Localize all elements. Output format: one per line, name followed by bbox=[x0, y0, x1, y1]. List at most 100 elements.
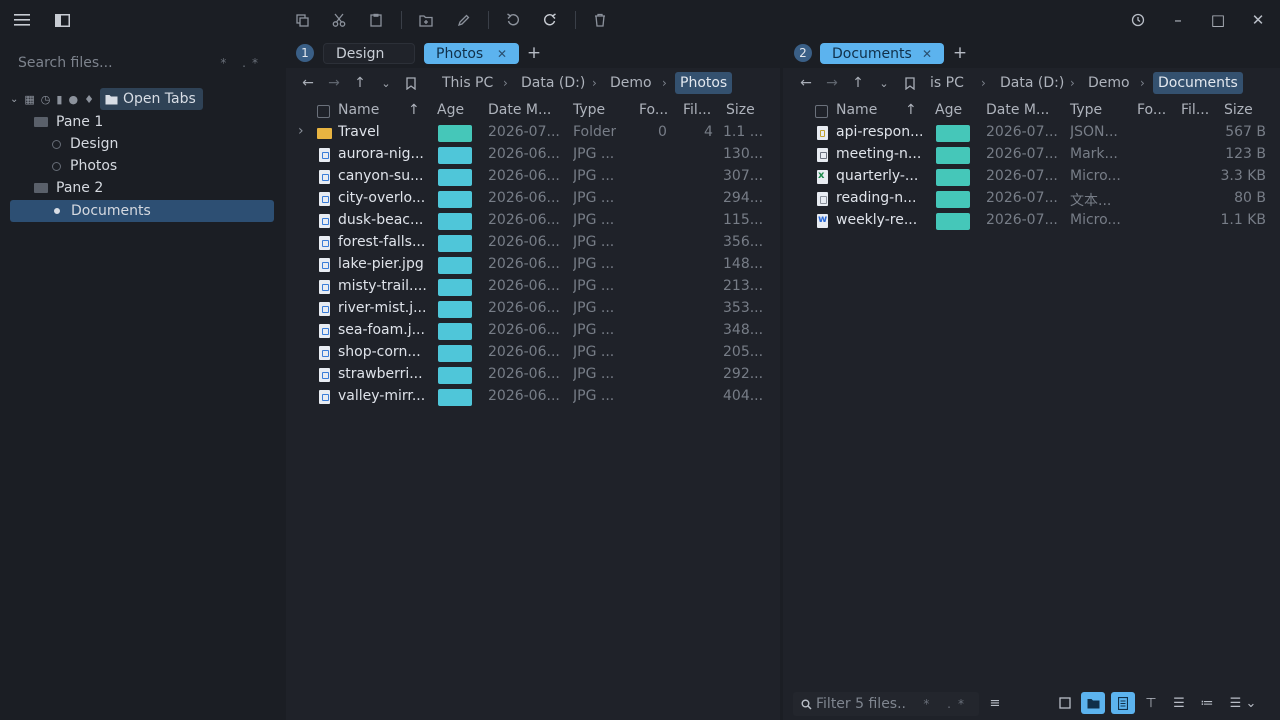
file-row[interactable]: api-respon... 2026-07... JSON... 567 B bbox=[783, 122, 1280, 144]
file-row[interactable]: sea-foam.j... 2026-06... JPG ... 348.... bbox=[286, 320, 780, 342]
regex-toggle[interactable]: * .* bbox=[923, 697, 971, 711]
sort-ascending-icon[interactable]: ↑ bbox=[408, 102, 420, 118]
drives-icon[interactable]: ▦ bbox=[24, 93, 34, 106]
tree-pane-2[interactable]: Pane 2 bbox=[34, 177, 274, 199]
history-icon[interactable] bbox=[1126, 8, 1150, 32]
breadcrumb-item[interactable]: This PC bbox=[442, 72, 493, 94]
col-date[interactable]: Date M... bbox=[986, 102, 1049, 118]
tree-tab-design[interactable]: Design bbox=[52, 133, 274, 155]
tab-design[interactable]: Design bbox=[323, 43, 415, 64]
list-options-icon[interactable]: ≡ bbox=[983, 692, 1007, 714]
breadcrumb-current[interactable]: Photos bbox=[675, 72, 733, 94]
breadcrumb-item[interactable]: Demo bbox=[1088, 72, 1130, 94]
copy-icon[interactable] bbox=[290, 8, 314, 32]
close-button[interactable]: ✕ bbox=[1246, 8, 1270, 32]
breadcrumb-item[interactable]: is PC bbox=[930, 72, 964, 94]
tab-photos[interactable]: Photos ✕ bbox=[424, 43, 519, 64]
bookmark-icon[interactable] bbox=[400, 72, 422, 94]
col-type[interactable]: Type bbox=[573, 102, 605, 118]
minimize-button[interactable]: – bbox=[1166, 8, 1190, 32]
menu-icon[interactable] bbox=[10, 8, 34, 32]
tab-documents[interactable]: Documents ✕ bbox=[820, 43, 944, 64]
file-row[interactable]: aurora-nig... 2026-06... JPG ... 130.... bbox=[286, 144, 780, 166]
col-size[interactable]: Size bbox=[1224, 102, 1253, 118]
col-age[interactable]: Age bbox=[935, 102, 962, 118]
file-row[interactable]: forest-falls... 2026-06... JPG ... 356.... bbox=[286, 232, 780, 254]
col-folders[interactable]: Fo... bbox=[639, 102, 668, 118]
collapse-chevron-icon[interactable]: ⌄ bbox=[10, 94, 18, 105]
compact-view-icon[interactable]: ☰ bbox=[1167, 692, 1191, 714]
history-dropdown-icon[interactable]: ⌄ bbox=[873, 72, 895, 94]
sort-ascending-icon[interactable]: ↑ bbox=[905, 102, 917, 118]
breadcrumb-item[interactable]: Data (D:) bbox=[521, 72, 585, 94]
close-tab-icon[interactable]: ✕ bbox=[922, 47, 932, 61]
bookmark-icon[interactable]: ▮ bbox=[56, 93, 62, 106]
regex-toggle[interactable]: * .* bbox=[220, 56, 264, 70]
breadcrumb-current[interactable]: Documents bbox=[1153, 72, 1243, 94]
paste-icon[interactable] bbox=[364, 8, 388, 32]
back-arrow-icon[interactable]: ← bbox=[795, 72, 817, 94]
col-type[interactable]: Type bbox=[1070, 102, 1102, 118]
open-tabs-button[interactable]: Open Tabs bbox=[99, 88, 203, 110]
history-dropdown-icon[interactable]: ⌄ bbox=[375, 72, 397, 94]
col-size[interactable]: Size bbox=[726, 102, 755, 118]
add-tab-button[interactable]: + bbox=[524, 43, 544, 63]
filter-input[interactable]: Filter 5 files.. * .* bbox=[793, 692, 979, 716]
file-row[interactable]: valley-mirr... 2026-06... JPG ... 404.... bbox=[286, 386, 780, 408]
col-folders[interactable]: Fo... bbox=[1137, 102, 1166, 118]
add-tab-button[interactable]: + bbox=[950, 43, 970, 63]
file-row[interactable]: reading-n... 2026-07... 文本... 80 B bbox=[783, 188, 1280, 210]
file-row[interactable]: quarterly-... 2026-07... Micro... 3.3 KB bbox=[783, 166, 1280, 188]
forward-arrow-icon[interactable]: → bbox=[323, 72, 345, 94]
bookmark-icon[interactable] bbox=[899, 72, 921, 94]
col-name[interactable]: Name bbox=[836, 102, 877, 118]
select-mode-icon[interactable] bbox=[1053, 692, 1077, 714]
up-arrow-icon[interactable]: ↑ bbox=[847, 72, 869, 94]
cut-icon[interactable] bbox=[327, 8, 351, 32]
recent-icon[interactable]: ◷ bbox=[41, 93, 51, 106]
view-menu-dropdown[interactable]: ☰ ⌄ bbox=[1225, 692, 1261, 714]
col-date[interactable]: Date M... bbox=[488, 102, 551, 118]
file-row[interactable]: lake-pier.jpg 2026-06... JPG ... 148.... bbox=[286, 254, 780, 276]
file-row[interactable]: canyon-su... 2026-06... JPG ... 307.... bbox=[286, 166, 780, 188]
redo-icon[interactable] bbox=[538, 8, 562, 32]
undo-icon[interactable] bbox=[501, 8, 525, 32]
file-row[interactable]: dusk-beac... 2026-06... JPG ... 115.... bbox=[286, 210, 780, 232]
select-all-checkbox[interactable] bbox=[815, 105, 828, 118]
breadcrumb-item[interactable]: Data (D:) bbox=[1000, 72, 1064, 94]
file-row[interactable]: misty-trail.... 2026-06... JPG ... 213.... bbox=[286, 276, 780, 298]
col-name[interactable]: Name bbox=[338, 102, 379, 118]
file-row[interactable]: city-overlo... 2026-06... JPG ... 294.... bbox=[286, 188, 780, 210]
breadcrumb-item[interactable]: Demo bbox=[610, 72, 652, 94]
rename-icon[interactable] bbox=[451, 8, 475, 32]
file-row[interactable]: river-mist.j... 2026-06... JPG ... 353.... bbox=[286, 298, 780, 320]
delete-icon[interactable] bbox=[588, 8, 612, 32]
group-view-icon[interactable]: ⊤ bbox=[1139, 692, 1163, 714]
file-row[interactable]: weekly-re... 2026-07... Micro... 1.1 KB bbox=[783, 210, 1280, 232]
tree-tab-photos[interactable]: Photos bbox=[52, 155, 274, 177]
col-age[interactable]: Age bbox=[437, 102, 464, 118]
sort-options-icon[interactable]: ≔ bbox=[1195, 692, 1219, 714]
chevron-right-icon[interactable]: › bbox=[298, 123, 304, 139]
col-files[interactable]: Fil... bbox=[1181, 102, 1209, 118]
sidebar-toggle-icon[interactable] bbox=[50, 8, 74, 32]
maximize-button[interactable]: □ bbox=[1206, 8, 1230, 32]
col-files[interactable]: Fil... bbox=[683, 102, 711, 118]
select-all-checkbox[interactable] bbox=[317, 105, 330, 118]
file-row[interactable]: meeting-n... 2026-07... Mark... 123 B bbox=[783, 144, 1280, 166]
file-row[interactable]: strawberri... 2026-06... JPG ... 292.... bbox=[286, 364, 780, 386]
folder-row[interactable]: › Travel 2026-07... Folder 0 4 1.1 ... bbox=[286, 122, 780, 144]
close-tab-icon[interactable]: ✕ bbox=[497, 47, 507, 61]
folders-first-icon[interactable] bbox=[1081, 692, 1105, 714]
tags-icon[interactable]: ● bbox=[68, 93, 78, 106]
back-arrow-icon[interactable]: ← bbox=[297, 72, 319, 94]
tree-tab-documents[interactable]: Documents bbox=[10, 200, 274, 222]
sidebar-search-input[interactable]: Search files... * .* bbox=[18, 52, 270, 74]
forward-arrow-icon[interactable]: → bbox=[821, 72, 843, 94]
new-folder-icon[interactable] bbox=[414, 8, 438, 32]
up-arrow-icon[interactable]: ↑ bbox=[349, 72, 371, 94]
tree-pane-1[interactable]: Pane 1 bbox=[34, 111, 274, 133]
details-view-icon[interactable] bbox=[1111, 692, 1135, 714]
file-row[interactable]: shop-corn... 2026-06... JPG ... 205.... bbox=[286, 342, 780, 364]
pin-icon[interactable]: ♦ bbox=[84, 93, 94, 106]
